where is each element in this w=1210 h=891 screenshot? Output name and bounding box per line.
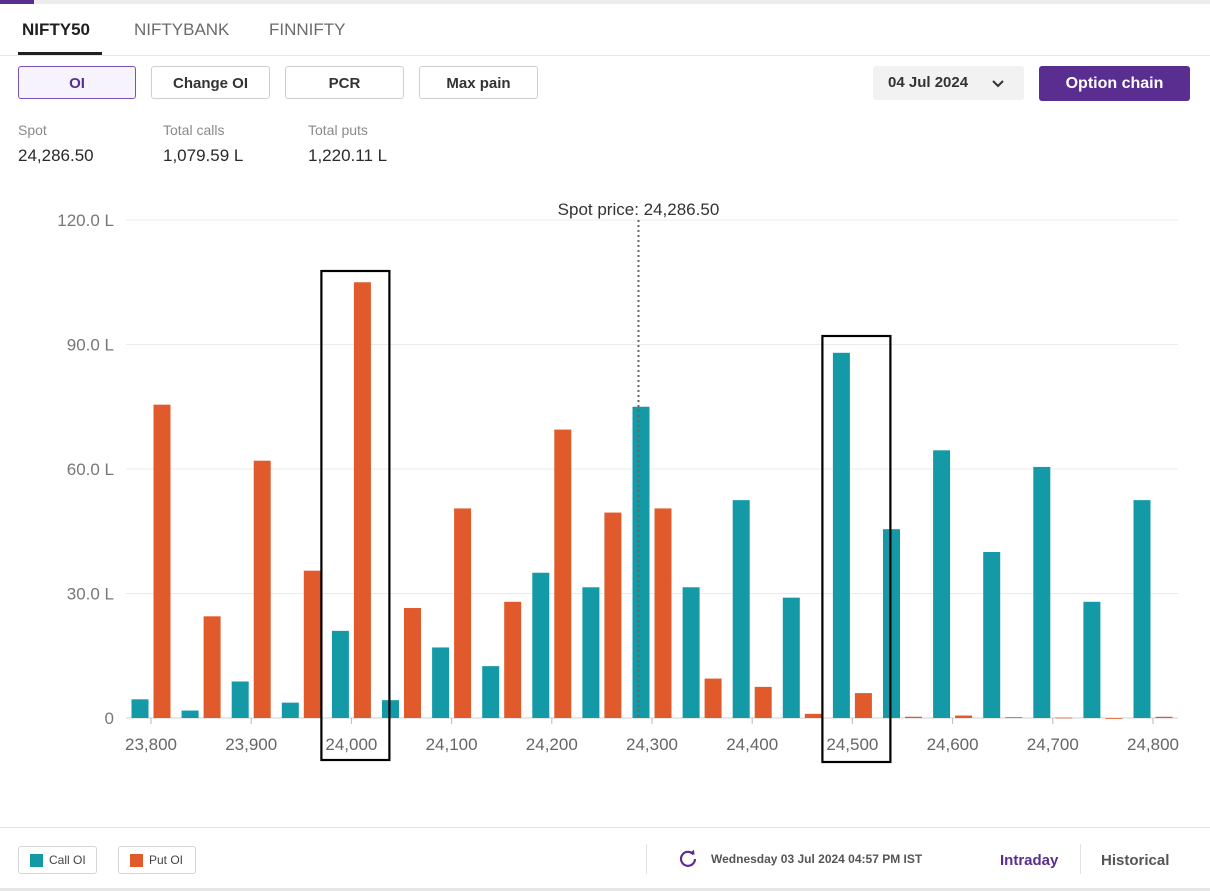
call-oi-bar — [231, 681, 249, 718]
oi-button[interactable]: OI — [18, 66, 136, 99]
tab-finnifty[interactable]: FINNIFTY — [269, 20, 346, 40]
put-oi-bar — [554, 429, 572, 718]
legend-put-oi[interactable]: Put OI — [118, 846, 196, 874]
call-oi-bar — [933, 450, 951, 718]
x-tick-label: 24,400 — [726, 735, 778, 754]
put-oi-bar — [1005, 717, 1023, 718]
put-oi-bar — [504, 601, 522, 718]
put-oi-bar — [754, 686, 772, 718]
spot-label: Spot — [18, 122, 47, 138]
spot-price-label: Spot price: 24,286.50 — [558, 200, 720, 219]
oi-bar-chart: 0 30.0 L 60.0 L 90.0 L 120.0 L 23,800 23,900 24… — [57, 200, 1179, 764]
total-puts-value: 1,220.11 L — [308, 146, 388, 165]
total-puts-label: Total puts — [308, 122, 368, 138]
put-oi-bar — [905, 716, 922, 718]
y-tick-label: 90.0 L — [67, 336, 114, 355]
call-oi-bar — [281, 702, 299, 718]
y-tick-label: 120.0 L — [57, 211, 114, 230]
put-oi-bar — [153, 404, 171, 718]
call-oi-bar — [632, 406, 650, 718]
put-oi-bar — [604, 512, 622, 718]
put-oi-bar — [404, 608, 421, 718]
y-tick-label: 60.0 L — [67, 460, 114, 479]
call-oi-bar — [682, 587, 700, 718]
chevron-down-icon — [991, 66, 1005, 100]
put-oi-bar — [704, 678, 722, 718]
x-tick-label: 24,800 — [1127, 735, 1179, 754]
call-oi-bar — [1033, 466, 1051, 718]
x-tick-label: 23,900 — [225, 735, 277, 754]
put-oi-bar — [303, 570, 321, 718]
legend-call-oi-label: Call OI — [49, 853, 86, 867]
x-tick-label: 24,200 — [526, 735, 578, 754]
call-oi-bar — [832, 352, 850, 718]
call-oi-bar — [1133, 500, 1151, 718]
legend-call-oi[interactable]: Call OI — [18, 846, 97, 874]
index-tabs: NIFTY50 NIFTYBANK FINNIFTY — [0, 4, 1210, 56]
footer-divider-2 — [1080, 844, 1081, 874]
put-oi-bar — [253, 460, 271, 718]
refresh-icon[interactable] — [678, 848, 698, 873]
max-pain-button[interactable]: Max pain — [419, 66, 538, 99]
x-tick-label: 23,800 — [125, 735, 177, 754]
y-tick-label: 0 — [105, 709, 114, 728]
call-oi-bar — [181, 710, 199, 718]
footer-divider — [646, 844, 647, 874]
total-calls-value: 1,079.59 L — [163, 146, 244, 165]
footer-bar: Call OI Put OI Wednesday 03 Jul 2024 04:… — [0, 827, 1210, 890]
call-oi-bar — [782, 597, 800, 718]
y-tick-label: 30.0 L — [67, 585, 114, 604]
total-puts-stat: Total puts 1,220.11 L — [308, 122, 387, 166]
total-calls-label: Total calls — [163, 122, 225, 138]
tab-niftybank[interactable]: NIFTYBANK — [134, 20, 229, 40]
put-oi-bar — [353, 282, 371, 718]
expiry-date-select[interactable]: 04 Jul 2024 — [873, 66, 1024, 100]
tab-nifty50[interactable]: NIFTY50 — [22, 20, 90, 40]
change-oi-button[interactable]: Change OI — [151, 66, 270, 99]
call-oi-bar — [732, 500, 750, 718]
put-oi-bar — [1055, 717, 1073, 719]
call-oi-bar — [582, 587, 600, 718]
put-oi-swatch — [130, 854, 143, 867]
call-oi-bar — [382, 700, 399, 718]
call-oi-bar — [432, 647, 450, 718]
put-oi-bar — [654, 508, 672, 718]
put-oi-bar — [203, 616, 221, 718]
call-oi-bar — [131, 699, 149, 718]
call-oi-bar — [482, 666, 500, 718]
call-oi-bar — [983, 552, 1001, 718]
x-tick-label: 24,600 — [927, 735, 979, 754]
spot-value: 24,286.50 — [18, 146, 94, 165]
put-oi-bar — [854, 693, 872, 718]
call-oi-bar — [532, 572, 550, 718]
intraday-toggle[interactable]: Intraday — [1000, 852, 1058, 869]
put-oi-bar — [454, 508, 472, 718]
option-chain-button[interactable]: Option chain — [1039, 66, 1190, 101]
historical-toggle[interactable]: Historical — [1101, 852, 1169, 869]
x-tick-label: 24,700 — [1027, 735, 1079, 754]
x-tick-label: 24,300 — [626, 735, 678, 754]
total-calls-stat: Total calls 1,079.59 L — [163, 122, 243, 166]
call-oi-swatch — [30, 854, 43, 867]
x-tick-label: 24,100 — [426, 735, 478, 754]
call-oi-bar — [331, 630, 349, 718]
put-oi-bar — [1105, 718, 1123, 719]
expiry-date-value: 04 Jul 2024 — [888, 74, 969, 91]
last-updated-text: Wednesday 03 Jul 2024 04:57 PM IST — [711, 852, 923, 866]
put-oi-bar — [955, 715, 973, 718]
call-oi-bar — [1083, 601, 1101, 718]
legend-put-oi-label: Put OI — [149, 853, 184, 867]
active-tab-indicator — [18, 52, 102, 55]
x-tick-label: 24,500 — [826, 735, 878, 754]
put-oi-bar — [1155, 716, 1173, 718]
pcr-button[interactable]: PCR — [285, 66, 404, 99]
x-tick-label: 24,000 — [325, 735, 377, 754]
spot-stat: Spot 24,286.50 — [18, 122, 94, 166]
put-oi-bar — [804, 713, 822, 718]
